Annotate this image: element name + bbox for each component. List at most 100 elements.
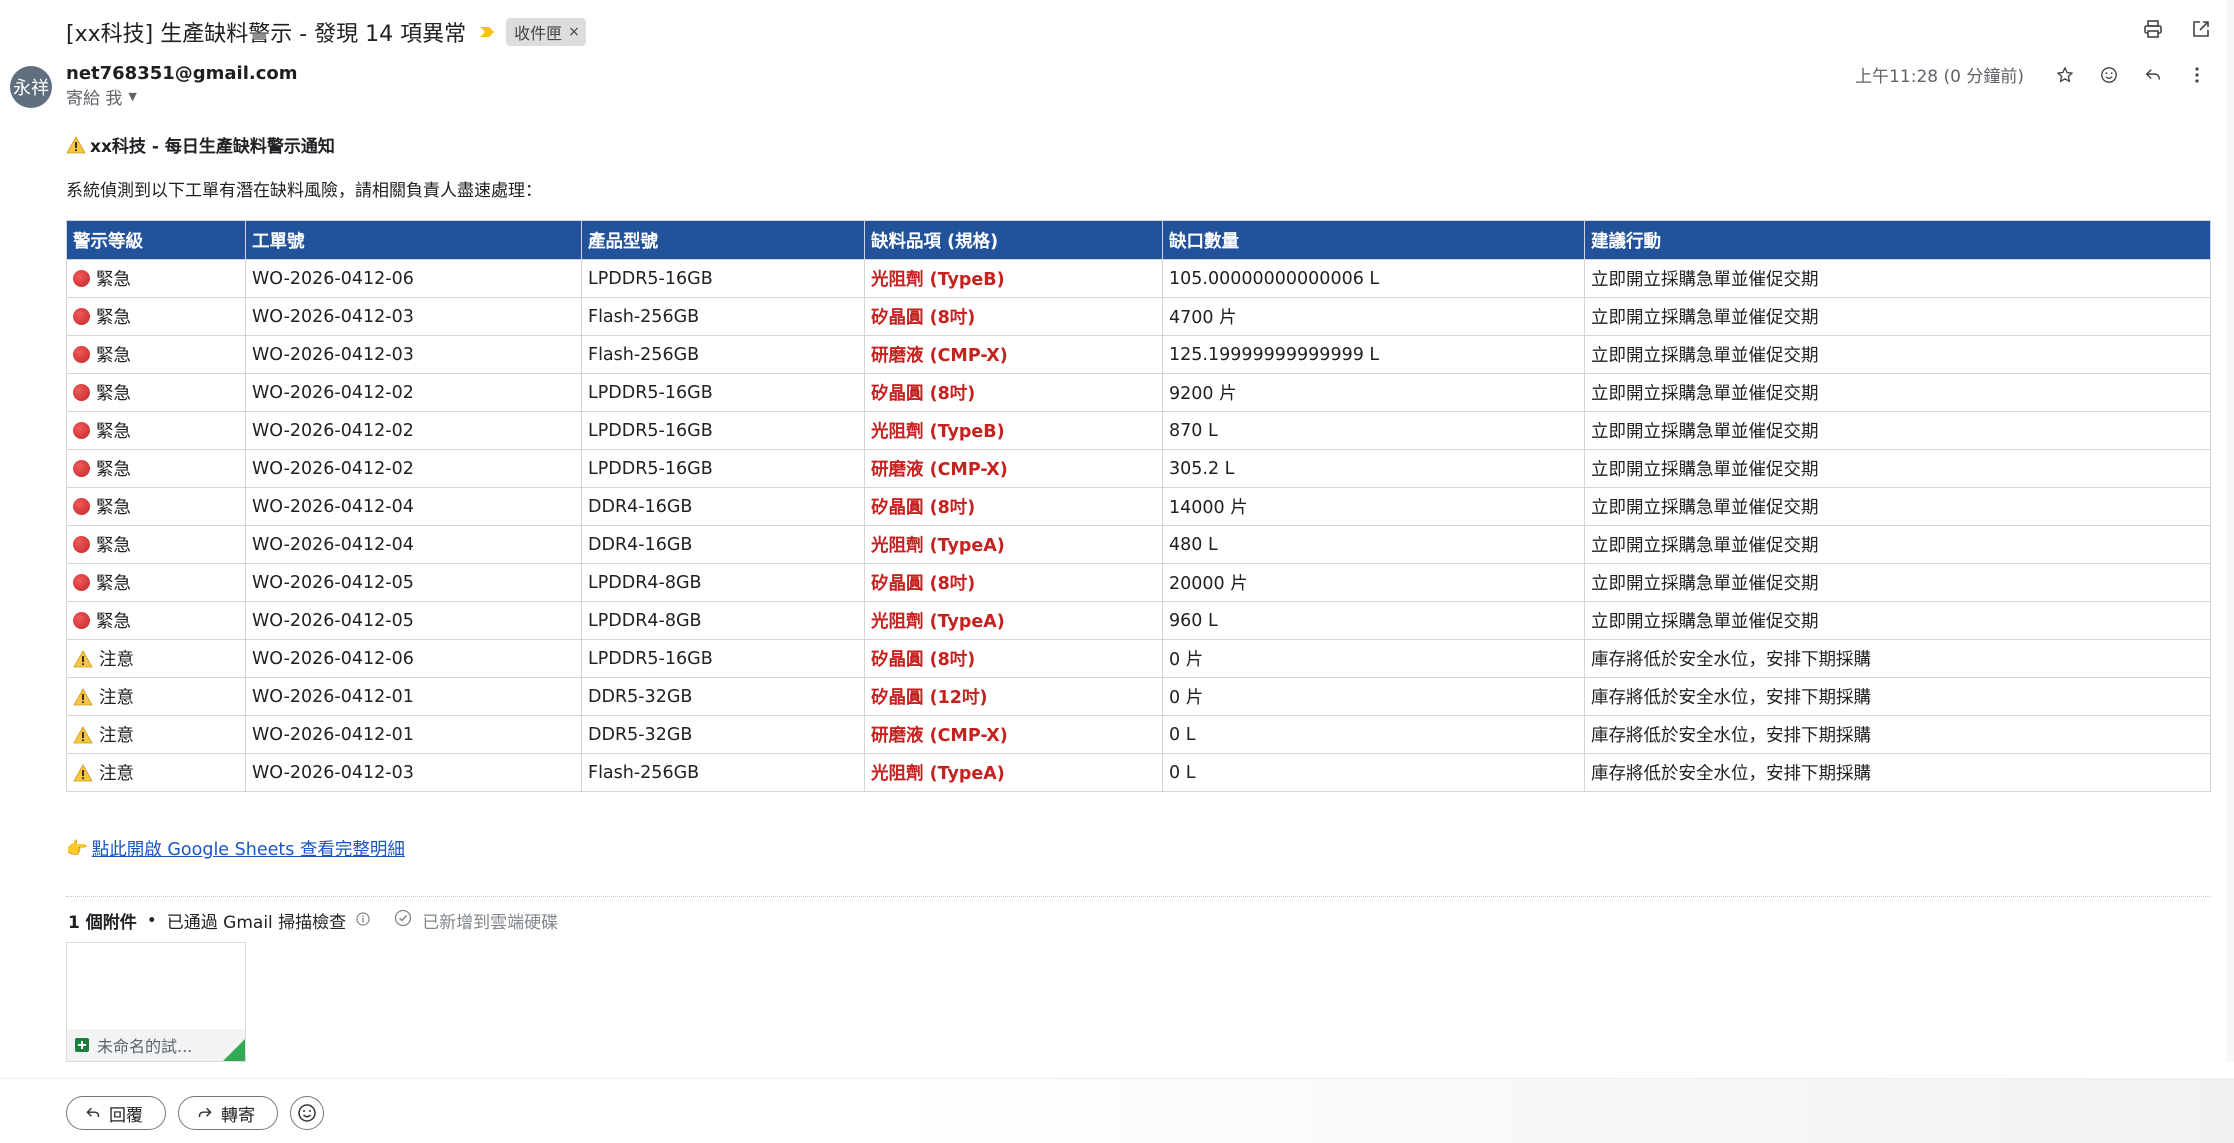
- attachment-file-name: 未命名的試...: [97, 1037, 193, 1056]
- cell-quantity: 9200 片: [1162, 373, 1585, 412]
- forward-button[interactable]: 轉寄: [178, 1096, 278, 1130]
- page-fold: [223, 1039, 245, 1061]
- table-row: 緊急 WO-2026-0412-06 LPDDR5-16GB 光阻劑 (TypeB) 1…: [66, 259, 2211, 298]
- cell-quantity: 870 L: [1162, 411, 1585, 450]
- cell-level: 緊急: [66, 601, 246, 640]
- inbox-label-chip[interactable]: 收件匣 ×: [506, 18, 586, 46]
- table-row: 緊急 WO-2026-0412-02 LPDDR5-16GB 光阻劑 (TypeB) 8…: [66, 411, 2211, 450]
- emoji-icon[interactable]: [2098, 64, 2120, 86]
- cell-quantity: 14000 片: [1162, 487, 1585, 526]
- cell-product: Flash-256GB: [581, 753, 865, 792]
- google-sheets-link[interactable]: 點此開啟 Google Sheets 查看完整明細: [92, 836, 405, 861]
- cell-work-order: WO-2026-0412-01: [245, 677, 582, 716]
- forward-icon: [198, 1107, 212, 1118]
- scrollbar[interactable]: [2226, 0, 2234, 1062]
- cell-quantity: 0 L: [1162, 715, 1585, 754]
- body-intro: 系統偵測到以下工單有潛在缺料風險，請相關負責人盡速處理：: [66, 181, 542, 201]
- cell-product: LPDDR5-16GB: [581, 411, 865, 450]
- emoji-reaction-button[interactable]: [290, 1096, 324, 1130]
- message-actions: 上午11:28 (0 分鐘前): [1855, 62, 2208, 87]
- more-vert-icon[interactable]: [2186, 64, 2208, 86]
- table-row: 緊急 WO-2026-0412-02 LPDDR5-16GB 矽晶圓 (8吋) 9200…: [66, 373, 2211, 412]
- subject-row: [xx科技] 生產缺料警示 - 發現 14 項異常 收件匣 ×: [66, 14, 586, 50]
- top-actions: [2142, 18, 2212, 40]
- urgent-red-dot-icon: [73, 498, 90, 515]
- cell-action: 立即開立採購急單並催促交期: [1584, 335, 2211, 374]
- table-row: 緊急 WO-2026-0412-04 DDR4-16GB 矽晶圓 (8吋) 14000 …: [66, 487, 2211, 526]
- cell-quantity: 0 片: [1162, 677, 1585, 716]
- cell-work-order: WO-2026-0412-05: [245, 601, 582, 640]
- email-subject: [xx科技] 生產缺料警示 - 發現 14 項異常: [66, 22, 467, 47]
- table-row: 注意 WO-2026-0412-01 DDR5-32GB 研磨液 (CMP-X) 0 L…: [66, 715, 2211, 754]
- inbox-label: 收件匣: [514, 24, 563, 43]
- cell-work-order: WO-2026-0412-04: [245, 487, 582, 526]
- level-label: 緊急: [96, 346, 131, 366]
- cell-work-order: WO-2026-0412-03: [245, 297, 582, 336]
- cell-action: 立即開立採購急單並催促交期: [1584, 259, 2211, 298]
- cell-work-order: WO-2026-0412-02: [245, 449, 582, 488]
- cell-work-order: WO-2026-0412-03: [245, 335, 582, 374]
- body-title-text: xx科技 - 每日生產缺料警示通知: [90, 137, 335, 157]
- sender-email[interactable]: net768351@gmail.com: [66, 63, 298, 84]
- urgent-red-dot-icon: [73, 384, 90, 401]
- important-marker-icon[interactable]: [478, 23, 496, 41]
- chevron-down-icon[interactable]: ▼: [128, 90, 136, 103]
- reply-bar: [0, 1078, 2234, 1143]
- remove-label-icon[interactable]: ×: [568, 24, 580, 40]
- table-row: 緊急 WO-2026-0412-05 LPDDR4-8GB 矽晶圓 (8吋) 20000…: [66, 563, 2211, 602]
- shortage-table: 警示等級 工單號 產品型號 缺料品項 (規格) 缺口數量 建議行動 緊急 WO-2…: [66, 220, 2211, 792]
- cell-quantity: 480 L: [1162, 525, 1585, 564]
- level-label: 緊急: [96, 422, 131, 442]
- cell-product: DDR4-16GB: [581, 525, 865, 564]
- print-icon[interactable]: [2142, 18, 2164, 40]
- cell-action: 立即開立採購急單並催促交期: [1584, 411, 2211, 450]
- reply-label: 回覆: [109, 1105, 143, 1126]
- table-row: 緊急 WO-2026-0412-03 Flash-256GB 矽晶圓 (8吋) 4700…: [66, 297, 2211, 336]
- column-header: 缺料品項 (規格): [864, 220, 1163, 260]
- cell-action: 庫存將低於安全水位，安排下期採購: [1584, 677, 2211, 716]
- drive-status: 已新增到雲端硬碟: [422, 913, 559, 933]
- cell-quantity: 305.2 L: [1162, 449, 1585, 488]
- table-row: 緊急 WO-2026-0412-05 LPDDR4-8GB 光阻劑 (TypeA) 96…: [66, 601, 2211, 640]
- to-me-label: 寄給 我: [66, 89, 123, 109]
- cell-action: 立即開立採購急單並催促交期: [1584, 449, 2211, 488]
- table-row: 注意 WO-2026-0412-06 LPDDR5-16GB 矽晶圓 (8吋) 0 片庫…: [66, 639, 2211, 678]
- level-label: 注意: [99, 688, 134, 708]
- cell-quantity: 0 L: [1162, 753, 1585, 792]
- column-header: 建議行動: [1584, 220, 2211, 260]
- cell-work-order: WO-2026-0412-06: [245, 639, 582, 678]
- forward-label: 轉寄: [221, 1105, 255, 1126]
- cell-level: 緊急: [66, 563, 246, 602]
- table-row: 注意 WO-2026-0412-03 Flash-256GB 光阻劑 (TypeA) 0…: [66, 753, 2211, 792]
- attachment-card[interactable]: 未命名的試...: [66, 942, 246, 1062]
- attachment-summary: 1 個附件 • 已通過 Gmail 掃描檢查 已新增到雲端硬碟: [68, 908, 558, 933]
- cell-product: LPDDR4-8GB: [581, 601, 865, 640]
- cell-item: 光阻劑 (TypeB): [864, 259, 1163, 298]
- level-label: 緊急: [96, 460, 131, 480]
- urgent-red-dot-icon: [73, 536, 90, 553]
- cell-product: DDR5-32GB: [581, 677, 865, 716]
- attachment-footer: 未命名的試...: [67, 1029, 245, 1061]
- open-in-new-window-icon[interactable]: [2190, 18, 2212, 40]
- cell-quantity: 960 L: [1162, 601, 1585, 640]
- urgent-red-dot-icon: [73, 612, 90, 629]
- info-icon[interactable]: [356, 911, 370, 931]
- cell-item: 矽晶圓 (8吋): [864, 373, 1163, 412]
- sheets-icon: [75, 1038, 89, 1052]
- cell-item: 研磨液 (CMP-X): [864, 715, 1163, 754]
- cell-action: 庫存將低於安全水位，安排下期採購: [1584, 639, 2211, 678]
- star-icon[interactable]: [2054, 64, 2076, 86]
- cell-item: 研磨液 (CMP-X): [864, 449, 1163, 488]
- cell-item: 光阻劑 (TypeA): [864, 753, 1163, 792]
- cell-work-order: WO-2026-0412-03: [245, 753, 582, 792]
- level-label: 緊急: [96, 536, 131, 556]
- reply-icon[interactable]: [2142, 64, 2164, 86]
- cell-level: 注意: [66, 715, 246, 754]
- urgent-red-dot-icon: [73, 460, 90, 477]
- cell-item: 矽晶圓 (8吋): [864, 563, 1163, 602]
- body-title: xx科技 - 每日生產缺料警示通知: [66, 132, 335, 157]
- level-label: 緊急: [96, 384, 131, 404]
- reply-button[interactable]: 回覆: [66, 1096, 166, 1130]
- column-header: 缺口數量: [1162, 220, 1585, 260]
- avatar[interactable]: 永祥: [10, 66, 52, 108]
